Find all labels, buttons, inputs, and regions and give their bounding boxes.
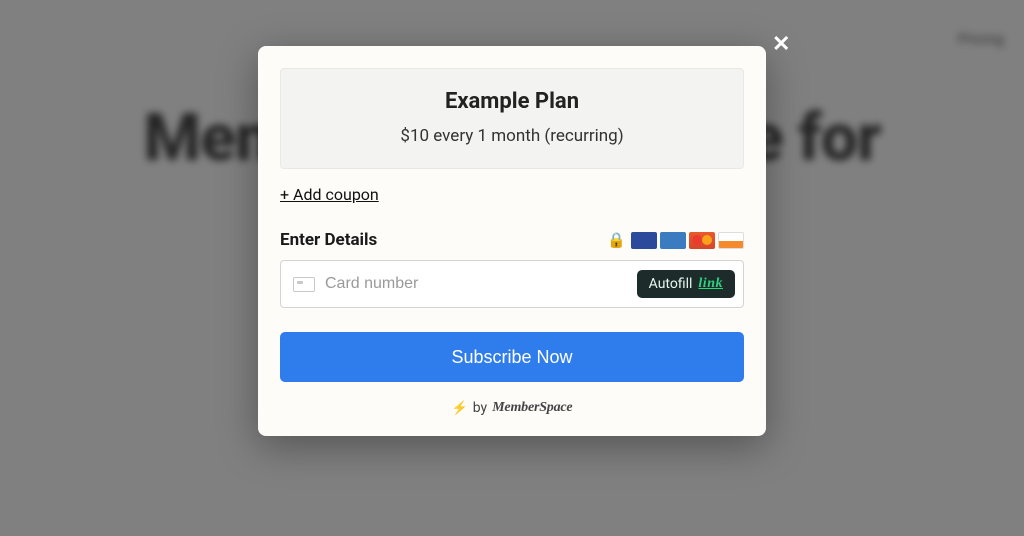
details-label: Enter Details xyxy=(280,230,377,250)
link-brand-icon: link xyxy=(698,276,723,292)
card-brand-logos: 🔒 xyxy=(607,231,744,249)
subscribe-button[interactable]: Subscribe Now xyxy=(280,332,744,382)
checkout-modal: Example Plan $10 every 1 month (recurrin… xyxy=(258,46,766,436)
add-coupon-link[interactable]: + Add coupon xyxy=(280,185,379,204)
powered-by: ⚡ by MemberSpace xyxy=(280,400,744,416)
discover-icon xyxy=(718,232,744,249)
card-input-row: Autofill link xyxy=(280,260,744,308)
autofill-link-button[interactable]: Autofill link xyxy=(637,270,735,298)
visa-icon xyxy=(631,232,657,249)
mastercard-icon xyxy=(689,232,715,249)
modal-container: ✕ Example Plan $10 every 1 month (recurr… xyxy=(0,0,1024,536)
autofill-label: Autofill xyxy=(649,276,693,292)
card-number-input[interactable] xyxy=(325,275,637,293)
card-icon xyxy=(293,277,315,292)
powered-by-prefix: by xyxy=(473,400,487,416)
plan-name: Example Plan xyxy=(297,89,727,114)
plan-summary: Example Plan $10 every 1 month (recurrin… xyxy=(280,68,744,169)
close-icon[interactable]: ✕ xyxy=(768,30,794,60)
lock-icon: 🔒 xyxy=(607,231,626,249)
memberspace-brand: MemberSpace xyxy=(492,400,572,416)
amex-icon xyxy=(660,232,686,249)
details-header: Enter Details 🔒 xyxy=(280,230,744,250)
bolt-icon: ⚡ xyxy=(452,401,468,416)
plan-price: $10 every 1 month (recurring) xyxy=(297,126,727,146)
